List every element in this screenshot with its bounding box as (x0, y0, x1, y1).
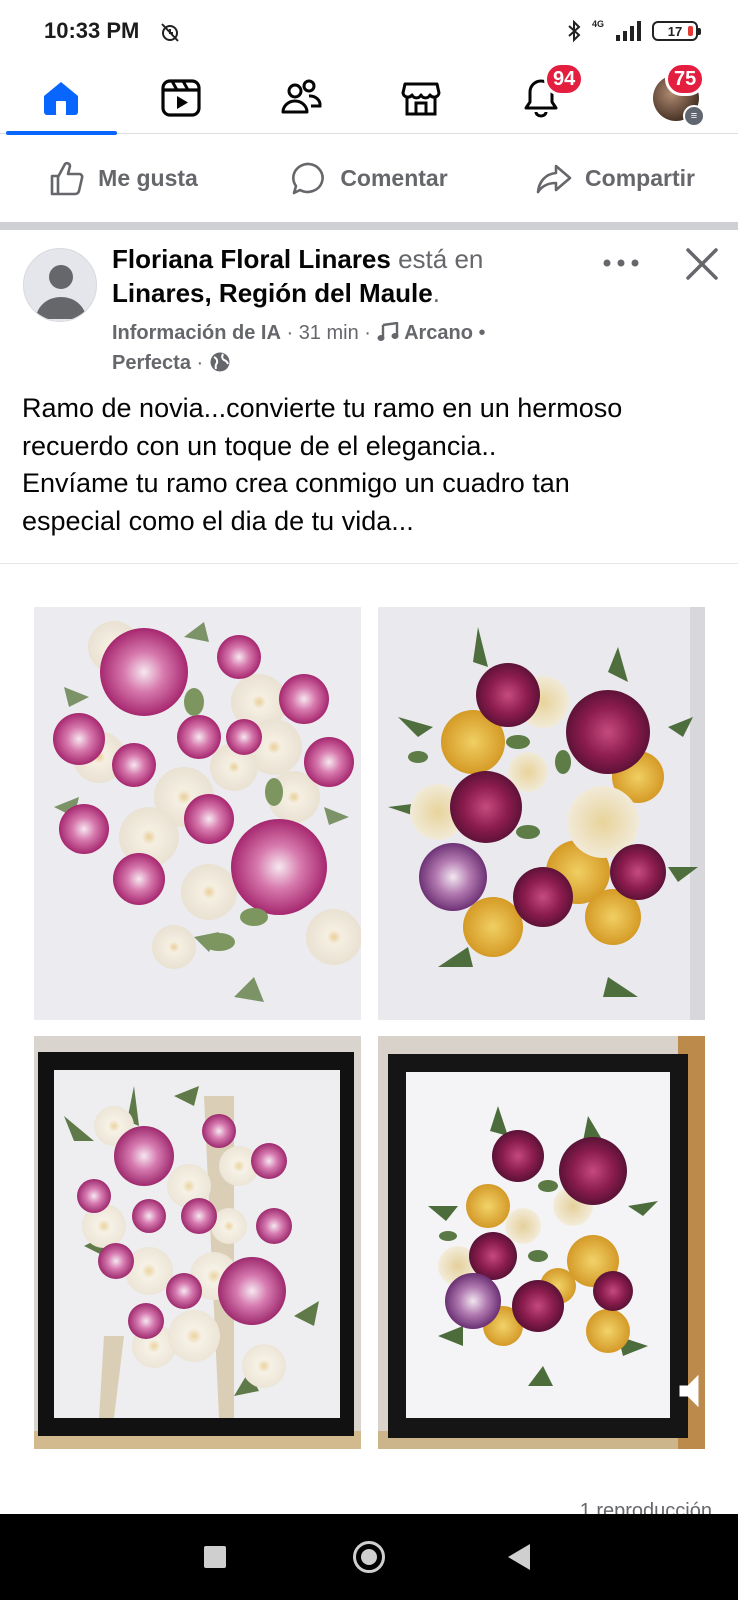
home-icon (44, 82, 78, 115)
share-icon (536, 164, 572, 193)
home-circle-icon (353, 1541, 385, 1573)
menu-icon: ≡ (683, 105, 705, 127)
feed-separator (0, 222, 738, 230)
network-type: 4G (591, 19, 604, 29)
like-button[interactable]: Me gusta (0, 160, 246, 198)
back-button[interactable] (459, 1514, 579, 1600)
close-icon[interactable] (680, 242, 724, 286)
location-suffix: . (432, 278, 440, 308)
alarm-off-icon (161, 23, 179, 42)
friends-icon (281, 79, 322, 114)
status-icons: 4G 17 (566, 18, 701, 44)
music-artist[interactable]: Arcano (404, 322, 473, 344)
post-meta: Información de IA · 31 min · Arcano • Pe… (112, 318, 552, 378)
nav-home[interactable] (0, 62, 122, 135)
top-nav: 94 ≡ 75 (0, 62, 738, 135)
meta-dot: · (364, 322, 377, 344)
marketplace-icon (401, 82, 441, 116)
comment-label: Comentar (340, 165, 448, 191)
post-text-line: Envíame tu ramo crea conmigo un cuadro t… (22, 468, 570, 498)
checkin-verb: está en (398, 244, 484, 274)
nav-video[interactable] (120, 62, 242, 134)
default-profile-icon (36, 265, 86, 319)
post-action-bar: Me gusta Comentar Compartir (0, 135, 738, 222)
meta-dot: · (196, 352, 209, 374)
framed-flowers-image (378, 1036, 705, 1449)
post-photo-1[interactable] (34, 607, 361, 1020)
battery-icon: 17 (652, 21, 701, 41)
globe-icon (210, 352, 230, 372)
comment-button[interactable]: Comentar (246, 160, 492, 198)
post-time[interactable]: 31 min (299, 322, 359, 344)
post-text-line: Ramo de novia...convierte tu ramo en un … (22, 393, 623, 423)
music-note-icon (377, 321, 398, 341)
pressed-flowers-image (34, 607, 361, 1020)
share-button[interactable]: Compartir (492, 160, 738, 198)
ai-info-link[interactable]: Información de IA (112, 322, 281, 344)
recents-icon (204, 1546, 226, 1568)
like-label: Me gusta (98, 165, 198, 191)
post-text-line: recuerdo con un toque de el elegancia.. (22, 430, 497, 461)
nav-notifications[interactable]: 94 (480, 62, 602, 134)
signal-icon (616, 21, 641, 41)
home-button[interactable] (309, 1514, 429, 1600)
post-photo-4[interactable] (378, 1036, 705, 1449)
author-name[interactable]: Floriana Floral Linares (112, 244, 391, 274)
notifications-badge: 94 (544, 62, 585, 96)
framed-flowers-image (34, 1036, 361, 1449)
post-body: Ramo de novia...convierte tu ramo en un … (22, 390, 722, 540)
thumbs-up-icon (50, 161, 84, 195)
post-photo-2[interactable] (378, 607, 705, 1020)
nav-marketplace[interactable] (360, 62, 482, 134)
share-label: Compartir (585, 165, 695, 191)
author-avatar[interactable] (23, 248, 97, 322)
more-dots-icon (603, 259, 639, 267)
video-icon (161, 79, 201, 117)
status-bar: 10:33 PM 4G 17 (0, 0, 738, 60)
music-song[interactable]: Perfecta (112, 352, 191, 374)
post-more-button[interactable] (598, 248, 644, 278)
comment-icon (292, 162, 325, 194)
pressed-flowers-image (378, 607, 705, 1020)
recents-button[interactable] (155, 1514, 275, 1600)
status-time: 10:33 PM (44, 18, 140, 43)
post-header: Floriana Floral Linares está en Linares,… (112, 242, 582, 310)
post-divider (0, 563, 738, 564)
post-text-line: especial como el dia de tu vida... (22, 505, 414, 536)
location-link[interactable]: Linares, Región del Maule (112, 278, 433, 308)
back-icon (508, 1544, 530, 1570)
nav-profile-menu[interactable]: ≡ 75 (615, 62, 737, 134)
meta-dot: · (286, 322, 299, 344)
meta-dot: • (478, 322, 486, 344)
battery-level: 17 (667, 23, 683, 39)
nav-friends[interactable] (240, 62, 362, 134)
bluetooth-icon (568, 19, 581, 43)
menu-badge: 75 (665, 62, 706, 96)
system-nav-bar (0, 1514, 738, 1600)
post-photo-3[interactable] (34, 1036, 361, 1449)
